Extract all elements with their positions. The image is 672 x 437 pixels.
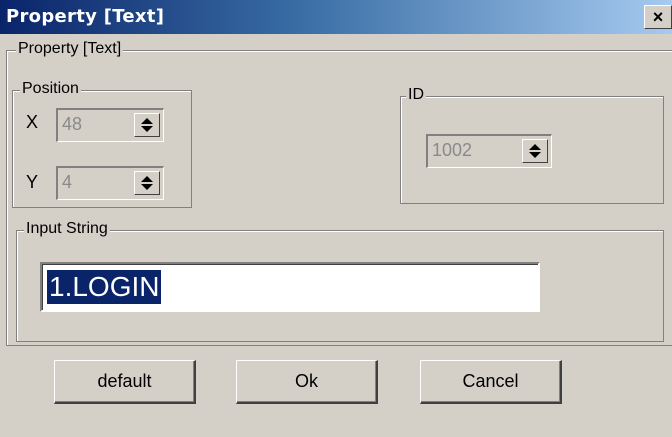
cancel-button[interactable]: Cancel — [420, 360, 562, 404]
spin-updown-icon — [141, 118, 153, 132]
ok-button[interactable]: Ok — [236, 360, 378, 404]
x-label: X — [26, 112, 39, 132]
y-spinner[interactable]: 4 — [56, 166, 164, 200]
y-label: Y — [26, 172, 39, 192]
x-spinner[interactable]: 48 — [56, 108, 164, 142]
x-spin-arrows[interactable] — [134, 113, 160, 137]
position-legend: Position — [20, 80, 81, 98]
id-spin-arrows[interactable] — [522, 139, 548, 163]
input-string-legend: Input String — [24, 220, 110, 238]
close-button[interactable]: × — [644, 5, 672, 29]
id-legend: ID — [406, 86, 426, 104]
default-button[interactable]: default — [54, 360, 196, 404]
spin-updown-icon — [529, 144, 541, 158]
input-string-value[interactable]: 1.LOGIN — [47, 270, 162, 304]
y-value[interactable]: 4 — [62, 172, 72, 193]
window-title: Property [Text] — [6, 6, 165, 27]
property-text-legend: Property [Text] — [16, 40, 124, 58]
id-value[interactable]: 1002 — [432, 140, 472, 161]
spin-updown-icon — [141, 176, 153, 190]
close-icon: × — [652, 7, 664, 27]
property-dialog: Property [Text] × Property [Text] Positi… — [0, 0, 672, 437]
y-spin-arrows[interactable] — [134, 171, 160, 195]
title-bar[interactable]: Property [Text] × — [0, 0, 672, 34]
id-spinner[interactable]: 1002 — [426, 134, 552, 168]
input-string-field[interactable]: 1.LOGIN — [40, 262, 540, 312]
x-value[interactable]: 48 — [62, 114, 82, 135]
